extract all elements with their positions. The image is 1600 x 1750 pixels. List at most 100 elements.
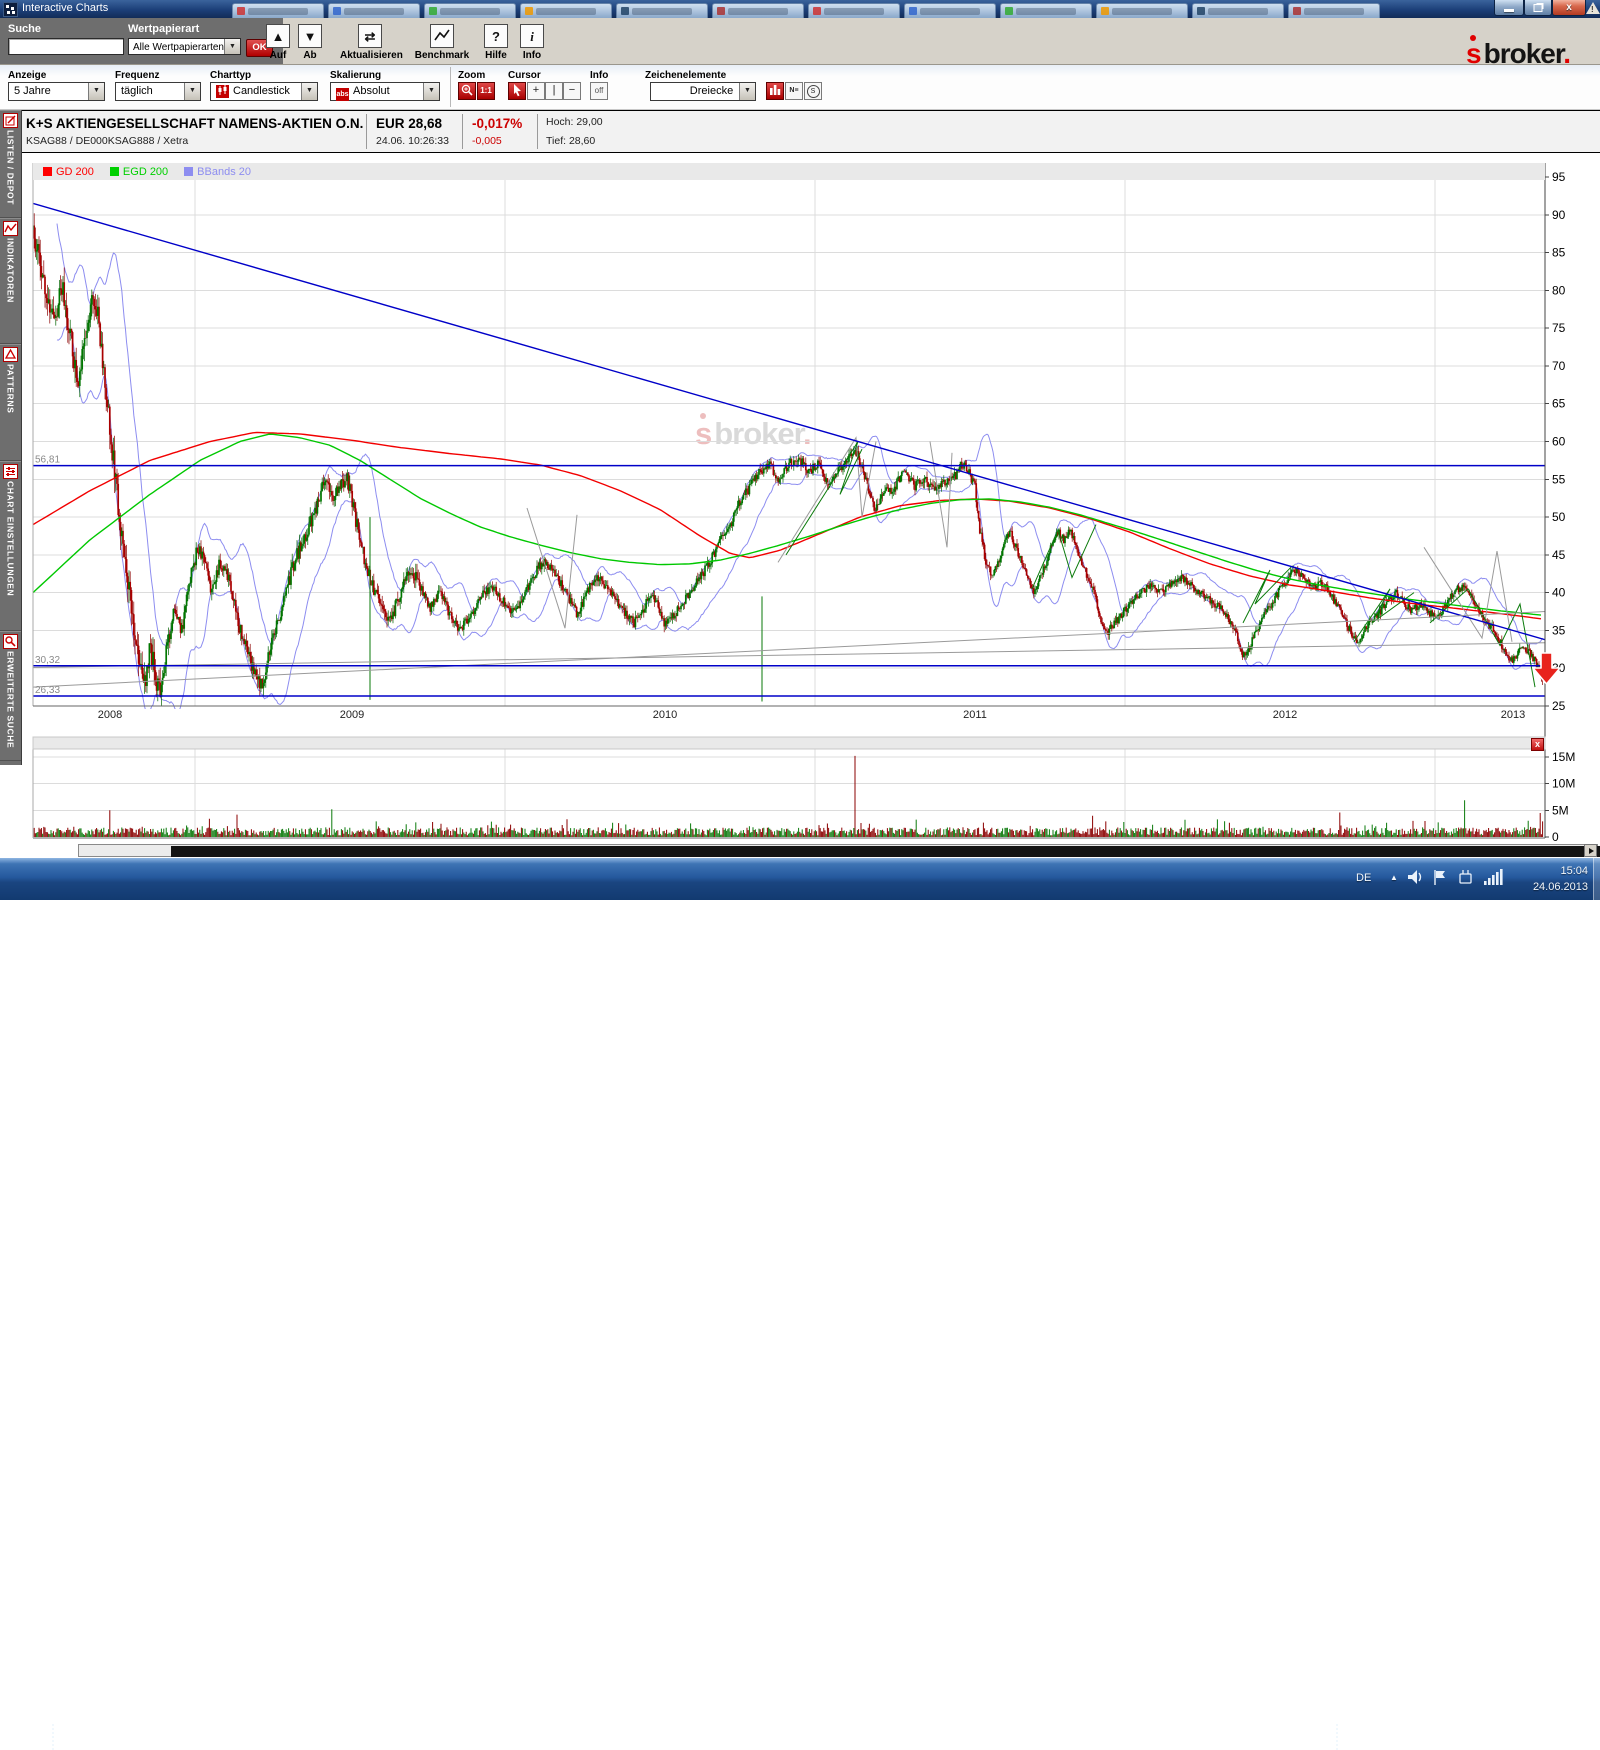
- price-axis: 95908580757065605550454035302515M10M5M0: [1552, 170, 1575, 844]
- aktualisieren-button[interactable]: ⇄Aktualisieren: [340, 24, 400, 61]
- background-tab[interactable]: [1096, 3, 1188, 18]
- ab-button[interactable]: ▼Ab: [280, 24, 340, 61]
- tab-title-placeholder: [920, 8, 980, 15]
- background-tab[interactable]: [712, 3, 804, 18]
- cursor-cross-button[interactable]: +: [527, 82, 545, 100]
- close-button[interactable]: x: [1552, 0, 1586, 16]
- main-toolbar: Suche Wertpapierart Alle Wertpapierarten…: [0, 18, 1600, 65]
- tray-expand-icon[interactable]: ▲: [1390, 873, 1398, 882]
- info-label: Info: [590, 70, 608, 81]
- frequenz-select[interactable]: täglich ▼: [115, 82, 201, 101]
- time-axis: 200820092010201120122013: [98, 709, 1525, 721]
- show-desktop-button[interactable]: [1593, 858, 1600, 900]
- zeichenelemente-value: Dreiecke: [690, 85, 733, 97]
- wertpapierart-select[interactable]: Alle Wertpapierarten ▼: [128, 38, 241, 55]
- sidebar-item-chart-einstellungen[interactable]: CHART EINSTELLUNGEN: [0, 461, 21, 631]
- sidebar-item-indikatoren[interactable]: INDIKATOREN: [0, 218, 21, 344]
- tab-favicon-icon: [1005, 7, 1013, 15]
- divider: [450, 67, 451, 107]
- indicator-zigzag-icon: [3, 221, 18, 236]
- power-plug-icon: [1460, 870, 1471, 883]
- info-button[interactable]: iInfo: [502, 24, 562, 61]
- svg-text:15M: 15M: [1552, 750, 1575, 764]
- legend-label: GD 200: [56, 166, 94, 178]
- svg-text:65: 65: [1552, 397, 1566, 411]
- chevron-down-icon[interactable]: ▼: [88, 83, 104, 100]
- background-tab[interactable]: [232, 3, 324, 18]
- background-tab[interactable]: [424, 3, 516, 18]
- sidebar-item-label: CHART EINSTELLUNGEN: [6, 481, 16, 596]
- cursor-hline-button[interactable]: −: [563, 82, 581, 100]
- search-input[interactable]: [8, 38, 124, 55]
- minimize-button[interactable]: [1494, 0, 1524, 16]
- left-sidebar: LISTEN / DEPOTINDIKATOREN PATTERNS CHART E…: [0, 110, 22, 765]
- background-tab[interactable]: [808, 3, 900, 18]
- chart-horizontal-scrollbar: [0, 844, 1600, 858]
- scrollbar-thumb[interactable]: [171, 846, 1600, 857]
- tray-language[interactable]: DE: [1356, 872, 1371, 884]
- svg-text:40: 40: [1552, 586, 1566, 600]
- skalierung-label: Skalierung: [330, 70, 381, 81]
- background-tab[interactable]: [1288, 3, 1380, 18]
- skalierung-select[interactable]: absAbsolut ▼: [330, 82, 440, 101]
- wertpapierart-label: Wertpapierart: [128, 23, 199, 35]
- tab-title-placeholder: [728, 8, 788, 15]
- chart-plot-area[interactable]: [33, 163, 1545, 706]
- sidebar-item-patterns[interactable]: PATTERNS: [0, 344, 21, 461]
- cursor-arrow-button[interactable]: [508, 82, 526, 100]
- zeichenelemente-select[interactable]: Dreiecke ▼: [650, 82, 756, 101]
- svg-text:85: 85: [1552, 246, 1566, 260]
- tray-icons[interactable]: [1408, 868, 1504, 888]
- quote-low: Tief: 28,60: [546, 135, 595, 147]
- background-tab[interactable]: [1000, 3, 1092, 18]
- charttyp-select[interactable]: Candlestick ▼: [210, 82, 318, 101]
- chevron-down-icon[interactable]: ▼: [184, 83, 200, 100]
- s-tool-button[interactable]: S: [804, 82, 822, 100]
- chevron-down-icon[interactable]: ▼: [224, 39, 240, 54]
- tab-favicon-icon: [813, 7, 821, 15]
- charttyp-value: Candlestick: [233, 85, 290, 97]
- zoom-magnifier-button[interactable]: [458, 82, 476, 100]
- background-tab[interactable]: [520, 3, 612, 18]
- background-tab[interactable]: [904, 3, 996, 18]
- tray-clock[interactable]: 15:04 24.06.2013: [1506, 863, 1588, 895]
- benchmark-button[interactable]: Benchmark: [412, 24, 472, 61]
- chevron-down-icon[interactable]: ▼: [301, 83, 317, 100]
- window-titlebar: Interactive Charts x !: [0, 0, 1600, 18]
- legend-label: EGD 200: [123, 166, 168, 178]
- tab-title-placeholder: [344, 8, 404, 15]
- tab-favicon-icon: [333, 7, 341, 15]
- tab-favicon-icon: [429, 7, 437, 15]
- tab-favicon-icon: [237, 7, 245, 15]
- scroll-right-button[interactable]: [1584, 844, 1597, 857]
- volume-close-button[interactable]: x: [1531, 738, 1544, 751]
- warning-icon[interactable]: !: [1586, 2, 1600, 14]
- sidebar-item-erweiterte-suche[interactable]: ERWEITERTE SUCHE: [0, 631, 21, 761]
- legend-item: EGD 200: [110, 166, 168, 178]
- svg-text:35: 35: [1552, 623, 1566, 637]
- scrollbar-track[interactable]: [78, 844, 1598, 857]
- info-off-button[interactable]: off: [590, 82, 608, 100]
- histogram-tool-button[interactable]: [766, 82, 784, 100]
- chevron-down-icon[interactable]: ▼: [423, 83, 439, 100]
- tab-favicon-icon: [1101, 7, 1109, 15]
- volume-layer: [33, 756, 1543, 837]
- quote-timestamp: 24.06. 10:26:33: [376, 135, 449, 147]
- svg-text:75: 75: [1552, 321, 1566, 335]
- skalierung-value: Absolut: [353, 85, 390, 97]
- toolbar-button-label: Ab: [280, 50, 340, 61]
- anzeige-label: Anzeige: [8, 70, 46, 81]
- chevron-down-icon[interactable]: ▼: [739, 83, 755, 100]
- svg-text:25: 25: [1552, 699, 1566, 713]
- sidebar-item-listen-depot[interactable]: LISTEN / DEPOT: [0, 110, 21, 218]
- background-tab[interactable]: [616, 3, 708, 18]
- restore-button[interactable]: [1524, 0, 1552, 16]
- zoom-1-1-button[interactable]: 1:1: [477, 82, 495, 100]
- sidebar-item-label: PATTERNS: [6, 364, 16, 413]
- folder-pen-icon: [3, 113, 18, 128]
- note-tool-button[interactable]: N≡: [785, 82, 803, 100]
- background-tab[interactable]: [328, 3, 420, 18]
- background-tab[interactable]: [1192, 3, 1284, 18]
- anzeige-select[interactable]: 5 Jahre ▼: [8, 82, 105, 101]
- cursor-vline-button[interactable]: |: [545, 82, 563, 100]
